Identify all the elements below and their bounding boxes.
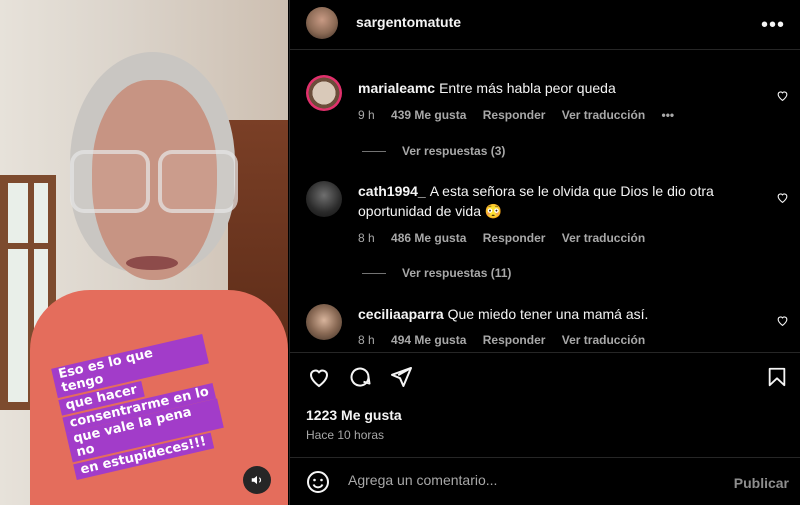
view-replies-button[interactable]: Ver respuestas (3) [362, 144, 505, 158]
comment-icon[interactable] [347, 365, 373, 389]
comment-input[interactable] [346, 471, 710, 489]
commenter-username[interactable]: marialeamc [358, 80, 435, 96]
comment-likes[interactable]: 494 Me gusta [391, 333, 466, 347]
comment-text: Entre más habla peor queda [439, 80, 616, 96]
heart-icon[interactable] [306, 365, 332, 389]
commenter-avatar[interactable] [306, 75, 342, 111]
translate-button[interactable]: Ver traducción [562, 231, 645, 245]
comment-time: 8 h [358, 333, 375, 347]
author-avatar[interactable] [306, 7, 338, 39]
translate-button[interactable]: Ver traducción [562, 108, 645, 122]
action-bar [290, 352, 800, 402]
bookmark-icon[interactable] [766, 365, 788, 389]
reply-button[interactable]: Responder [483, 108, 546, 122]
commenter-avatar[interactable] [306, 304, 342, 340]
comment-options-icon[interactable]: ••• [662, 108, 675, 122]
video-person-mouth [126, 256, 178, 270]
heart-icon[interactable] [776, 89, 789, 102]
comment-text: Que miedo tener una mamá así. [447, 306, 649, 322]
comment-likes[interactable]: 439 Me gusta [391, 108, 466, 122]
translate-button[interactable]: Ver traducción [562, 333, 645, 347]
commenter-avatar[interactable] [306, 181, 342, 217]
commenter-username[interactable]: ceciliaaparra [358, 306, 444, 322]
view-replies-button[interactable]: Ver respuestas (11) [362, 266, 511, 280]
publish-button[interactable]: Publicar [734, 475, 789, 491]
mute-button[interactable] [243, 466, 271, 494]
likes-count[interactable]: 1223 Me gusta [306, 407, 402, 423]
comment-time: 9 h [358, 108, 375, 122]
view-replies-label: Ver respuestas (11) [402, 266, 512, 280]
comment-likes[interactable]: 486 Me gusta [391, 231, 466, 245]
comment-meta: 8 h 494 Me gusta Responder Ver traducció… [358, 333, 658, 347]
commenter-username[interactable]: cath1994_ [358, 183, 426, 199]
view-replies-label: Ver respuestas (3) [402, 144, 506, 158]
heart-icon[interactable] [776, 314, 789, 327]
comment-meta: 9 h 439 Me gusta Responder Ver traducció… [358, 108, 687, 122]
emoji-icon[interactable] [306, 470, 330, 494]
comment-composer: Publicar [290, 457, 800, 505]
volume-icon [251, 475, 262, 485]
more-icon[interactable]: ••• [761, 14, 785, 37]
post-header: sargentomatute ••• [290, 0, 800, 50]
reply-button[interactable]: Responder [483, 231, 546, 245]
comments-list: marialeamc Entre más habla peor queda 9 h… [290, 60, 800, 352]
author-username[interactable]: sargentomatute [356, 14, 461, 30]
reply-button[interactable]: Responder [483, 333, 546, 347]
video-person-glasses [70, 150, 240, 213]
post-timestamp: Hace 10 horas [306, 428, 385, 442]
post-details-panel: sargentomatute ••• marialeamc Entre más h… [289, 0, 800, 505]
heart-icon[interactable] [776, 191, 789, 204]
share-icon[interactable] [388, 365, 414, 389]
comment-meta: 8 h 486 Me gusta Responder Ver traducció… [358, 231, 658, 245]
comment-time: 8 h [358, 231, 375, 245]
post-video[interactable]: Eso es lo que tengo que hacer consentrar… [0, 0, 288, 505]
